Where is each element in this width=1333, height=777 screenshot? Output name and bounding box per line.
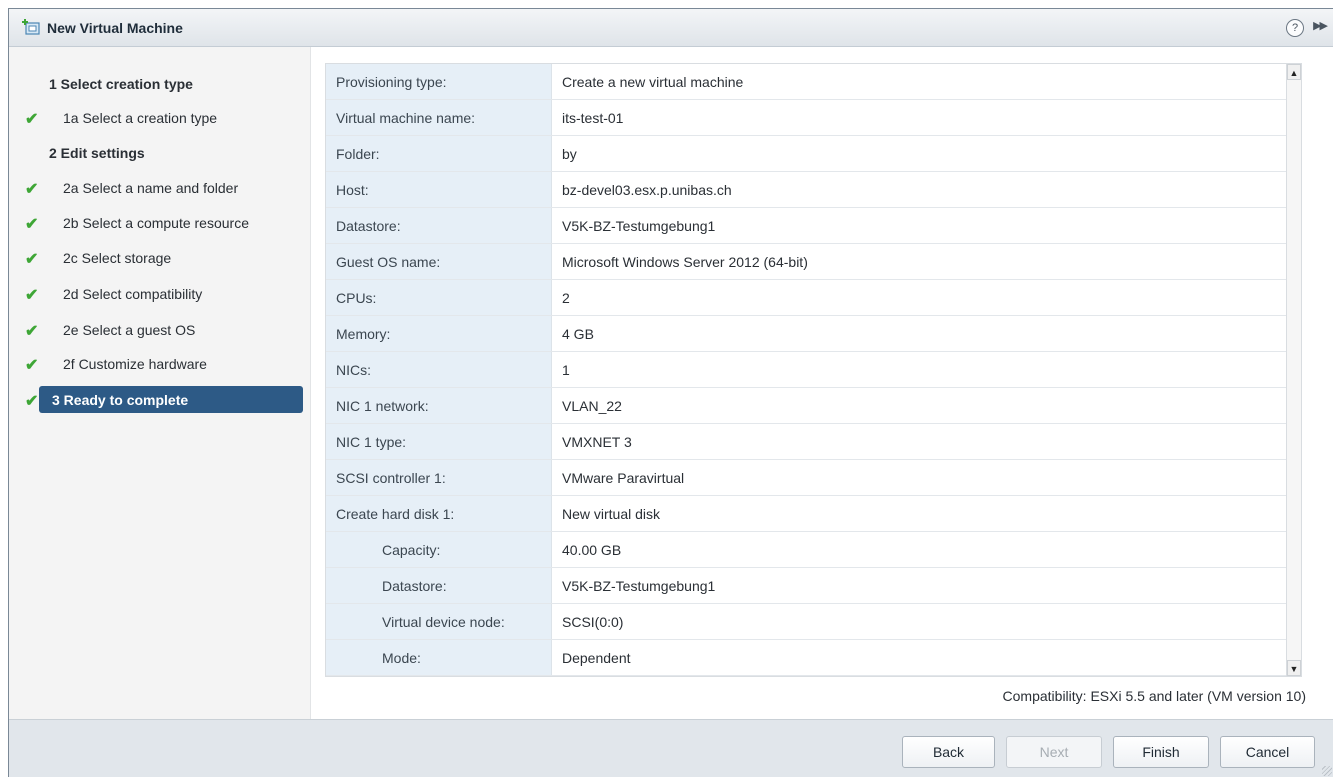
summary-key: Guest OS name:: [326, 243, 552, 280]
table-row: Memory: 4 GB: [326, 315, 1286, 352]
summary-key: Datastore:: [326, 207, 552, 244]
summary-value: by: [551, 135, 1286, 172]
summary-key: Capacity:: [326, 531, 552, 568]
expand-icon[interactable]: ▶▶: [1313, 19, 1328, 32]
scroll-down-icon[interactable]: ▼: [1287, 660, 1301, 676]
summary-key: Create hard disk 1:: [326, 495, 552, 532]
summary-key: CPUs:: [326, 279, 552, 316]
summary-value: Create a new virtual machine: [551, 64, 1286, 100]
ready-to-complete-panel: Provisioning type: Create a new virtual m…: [311, 47, 1333, 719]
summary-key: Provisioning type:: [326, 64, 552, 100]
step-label: 1a Select a creation type: [63, 110, 218, 126]
title-bar: New Virtual Machine ? ▶▶: [9, 9, 1333, 47]
checkmark-icon: ✔: [25, 393, 39, 410]
summary-value: Dependent: [551, 639, 1286, 676]
table-row: Datastore: V5K-BZ-Testumgebung1: [326, 567, 1286, 604]
resize-grip-icon[interactable]: [1322, 766, 1332, 776]
summary-key: NICs:: [326, 351, 552, 388]
new-vm-icon: [22, 19, 40, 35]
summary-value: VMware Paravirtual: [551, 459, 1286, 496]
step-2d[interactable]: ✔ 2d Select compatibility: [9, 279, 310, 309]
table-row: Host: bz-devel03.esx.p.unibas.ch: [326, 171, 1286, 208]
step-label: 2 Edit settings: [49, 145, 145, 161]
cancel-button[interactable]: Cancel: [1220, 736, 1315, 768]
summary-key: Virtual device node:: [326, 603, 552, 640]
summary-table-container[interactable]: Provisioning type: Create a new virtual m…: [325, 63, 1302, 677]
table-row: Guest OS name: Microsoft Windows Server 2…: [326, 243, 1286, 280]
summary-key: Mode:: [326, 639, 552, 676]
step-1a[interactable]: ✔ 1a Select a creation type: [9, 103, 310, 133]
summary-value: 2: [551, 279, 1286, 316]
step-label: 2f Customize hardware: [63, 356, 207, 372]
step-label: 3 Ready to complete: [52, 392, 189, 408]
back-button[interactable]: Back: [902, 736, 995, 768]
wizard-steps: 1 Select creation type ✔ 1a Select a cre…: [9, 47, 311, 719]
table-row: NICs: 1: [326, 351, 1286, 388]
step-label: 1 Select creation type: [49, 76, 193, 92]
table-row: Mode: Dependent: [326, 639, 1286, 676]
checkmark-icon: ✔: [25, 251, 39, 268]
step-label: 2d Select compatibility: [63, 286, 203, 302]
checkmark-icon: ✔: [25, 111, 39, 128]
step-label: 2e Select a guest OS: [63, 322, 196, 338]
scroll-up-icon[interactable]: ▲: [1287, 64, 1301, 80]
summary-value: 4 GB: [551, 315, 1286, 352]
step-2a[interactable]: ✔ 2a Select a name and folder: [9, 173, 310, 203]
step-2e[interactable]: ✔ 2e Select a guest OS: [9, 315, 310, 345]
table-row: Capacity: 40.00 GB: [326, 531, 1286, 568]
finish-button[interactable]: Finish: [1113, 736, 1209, 768]
table-row: Folder: by: [326, 135, 1286, 172]
step-2b[interactable]: ✔ 2b Select a compute resource: [9, 208, 310, 238]
wizard-footer: Back Next Finish Cancel: [9, 719, 1333, 777]
next-button[interactable]: Next: [1006, 736, 1102, 768]
step-2f[interactable]: ✔ 2f Customize hardware: [9, 349, 310, 379]
step-2-header[interactable]: 2 Edit settings: [9, 138, 310, 168]
summary-value: its-test-01: [551, 99, 1286, 136]
table-row: SCSI controller 1: VMware Paravirtual: [326, 459, 1286, 496]
summary-key: Datastore:: [326, 567, 552, 604]
summary-key: NIC 1 network:: [326, 387, 552, 424]
table-row: Provisioning type: Create a new virtual m…: [326, 64, 1286, 100]
summary-key: Memory:: [326, 315, 552, 352]
compatibility-text: Compatibility: ESXi 5.5 and later (VM ve…: [1002, 688, 1306, 704]
checkmark-icon: ✔: [25, 181, 39, 198]
summary-value: V5K-BZ-Testumgebung1: [551, 567, 1286, 604]
help-icon[interactable]: ?: [1286, 19, 1304, 37]
table-row: Virtual machine name: its-test-01: [326, 99, 1286, 136]
summary-value: V5K-BZ-Testumgebung1: [551, 207, 1286, 244]
vertical-scrollbar[interactable]: ▲ ▼: [1286, 64, 1301, 676]
summary-value: bz-devel03.esx.p.unibas.ch: [551, 171, 1286, 208]
checkmark-icon: ✔: [25, 357, 39, 374]
summary-key: Virtual machine name:: [326, 99, 552, 136]
table-row: Datastore: V5K-BZ-Testumgebung1: [326, 207, 1286, 244]
summary-key: Host:: [326, 171, 552, 208]
step-3-active[interactable]: ✔ 3 Ready to complete: [9, 385, 310, 415]
window-title: New Virtual Machine: [47, 20, 183, 36]
table-row: CPUs: 2: [326, 279, 1286, 316]
step-label: 2b Select a compute resource: [63, 215, 249, 231]
summary-table: Provisioning type: Create a new virtual m…: [326, 64, 1286, 676]
step-2c[interactable]: ✔ 2c Select storage: [9, 243, 310, 273]
summary-value: Microsoft Windows Server 2012 (64-bit): [551, 243, 1286, 280]
step-1-header[interactable]: 1 Select creation type: [9, 69, 310, 99]
checkmark-icon: ✔: [25, 216, 39, 233]
summary-key: Folder:: [326, 135, 552, 172]
summary-value: SCSI(0:0): [551, 603, 1286, 640]
summary-key: NIC 1 type:: [326, 423, 552, 460]
table-row: NIC 1 type: VMXNET 3: [326, 423, 1286, 460]
summary-value: New virtual disk: [551, 495, 1286, 532]
step-label: 2a Select a name and folder: [63, 180, 239, 196]
checkmark-icon: ✔: [25, 287, 39, 304]
table-row: Virtual device node: SCSI(0:0): [326, 603, 1286, 640]
summary-value: 40.00 GB: [551, 531, 1286, 568]
step-label: 2c Select storage: [63, 250, 172, 266]
summary-key: SCSI controller 1:: [326, 459, 552, 496]
summary-value: VLAN_22: [551, 387, 1286, 424]
checkmark-icon: ✔: [25, 323, 39, 340]
table-row: NIC 1 network: VLAN_22: [326, 387, 1286, 424]
table-row: Create hard disk 1: New virtual disk: [326, 495, 1286, 532]
summary-value: 1: [551, 351, 1286, 388]
summary-value: VMXNET 3: [551, 423, 1286, 460]
new-vm-wizard: New Virtual Machine ? ▶▶ 1 Select creati…: [8, 8, 1333, 777]
